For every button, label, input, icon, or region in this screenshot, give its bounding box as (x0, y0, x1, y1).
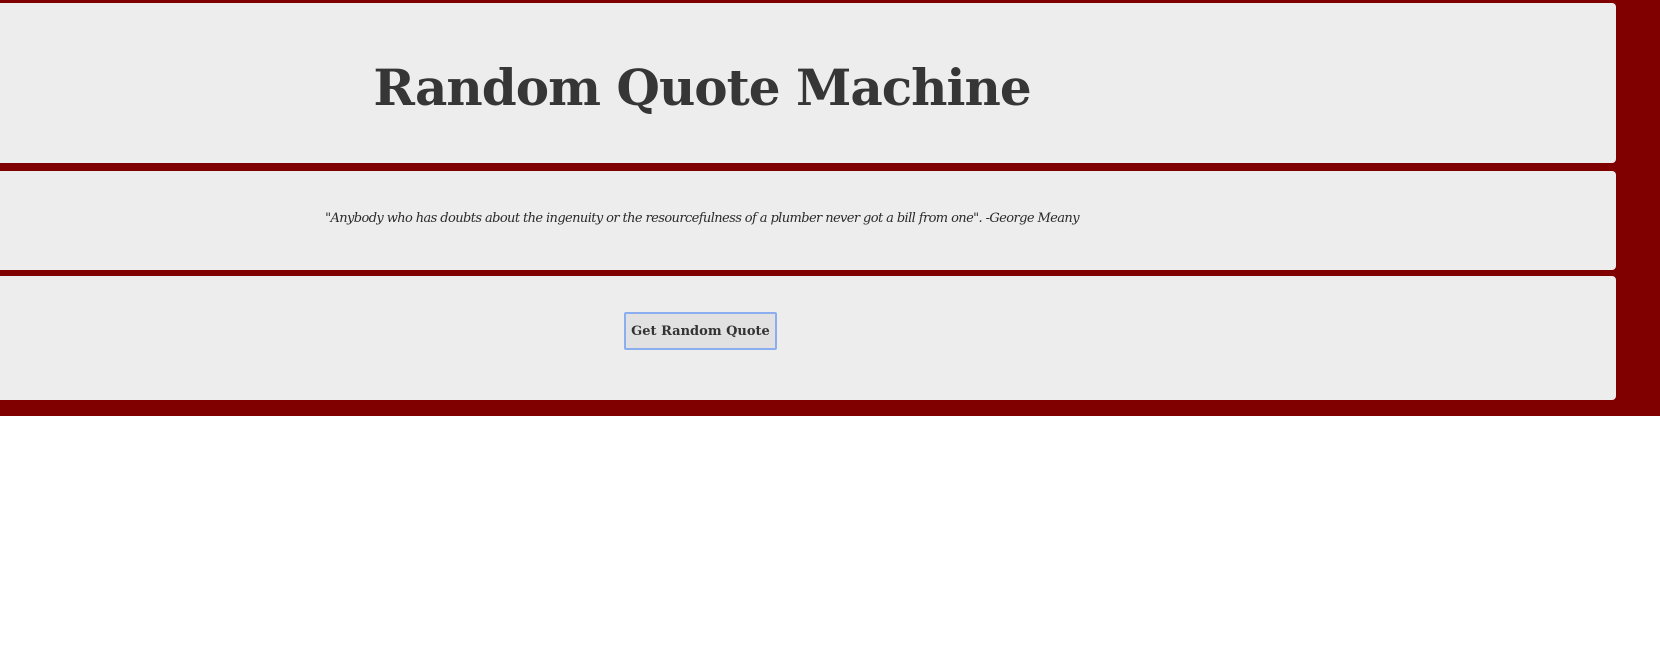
quote-text: "Anybody who has doubts about the ingenu… (325, 211, 1079, 226)
quote-panel: "Anybody who has doubts about the ingenu… (0, 171, 1616, 270)
page-title: Random Quote Machine (373, 58, 1031, 117)
action-panel: Get Random Quote (0, 276, 1616, 400)
get-random-quote-button[interactable]: Get Random Quote (624, 312, 777, 350)
title-panel: Random Quote Machine (0, 3, 1616, 163)
app-background: Random Quote Machine "Anybody who has do… (0, 0, 1660, 416)
